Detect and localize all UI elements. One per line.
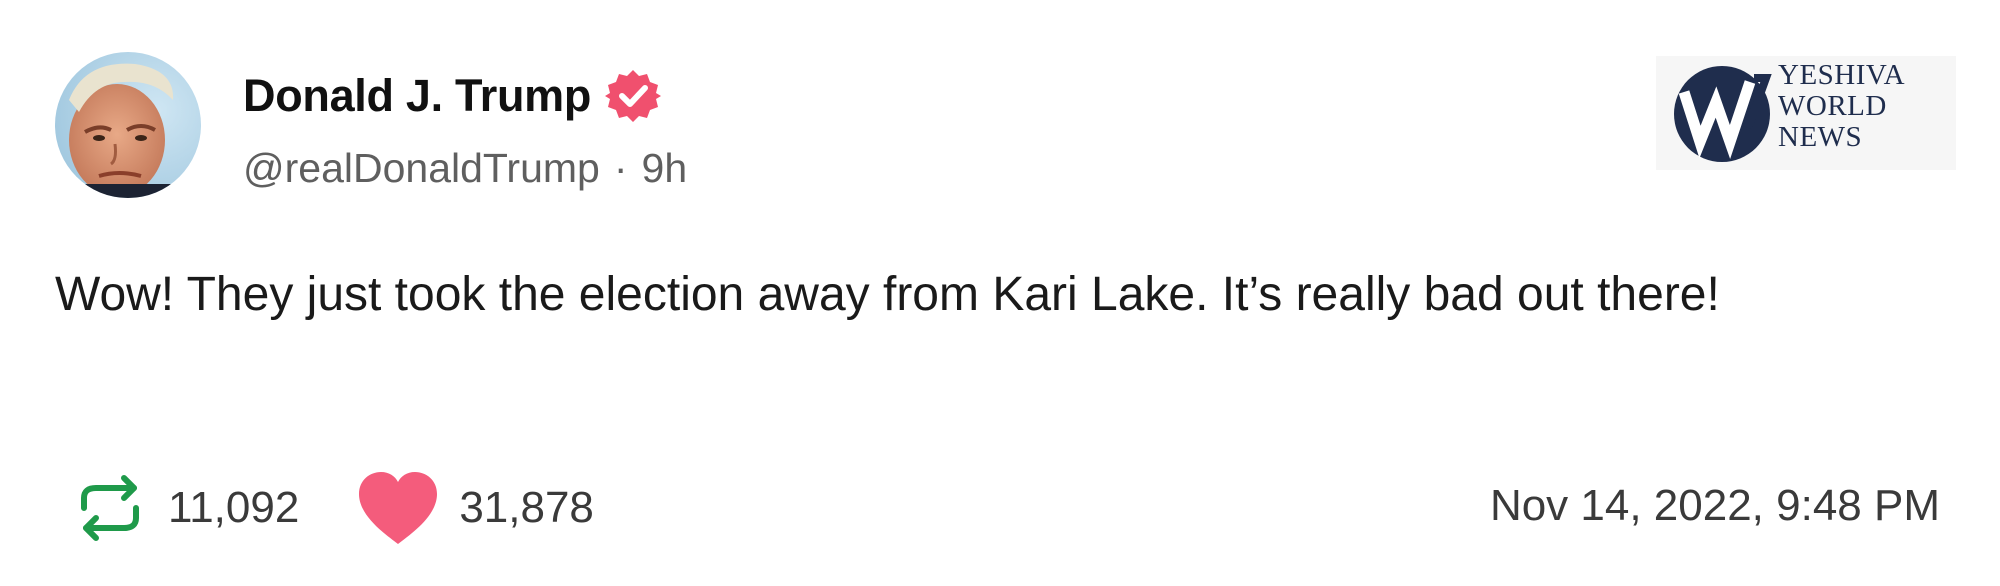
heart-icon xyxy=(359,472,438,544)
author-name-row: Donald J. Trump xyxy=(243,66,662,126)
author-meta-row: @realDonaldTrump · 9h xyxy=(243,142,687,194)
news-watermark: YESHIVA WORLD NEWS xyxy=(1656,56,1956,170)
watermark-text: YESHIVA WORLD NEWS xyxy=(1778,60,1905,153)
post-actions: 11,092 31,878 xyxy=(70,468,594,548)
meta-separator: · xyxy=(613,144,628,191)
watermark-line-2: WORLD xyxy=(1778,90,1887,122)
post-timestamp[interactable]: Nov 14, 2022, 9:48 PM xyxy=(1490,476,1940,536)
relative-time[interactable]: 9h xyxy=(642,145,688,192)
like-count: 31,878 xyxy=(459,483,594,532)
yeshiva-world-news-logo xyxy=(1674,66,1772,162)
post-card: Donald J. Trump @realDonaldTrump · 9h YE… xyxy=(0,0,2000,586)
avatar[interactable] xyxy=(55,52,201,198)
watermark-line-1: YESHIVA xyxy=(1778,59,1906,91)
repost-button[interactable]: 11,092 xyxy=(70,468,299,548)
like-button[interactable]: 31,878 xyxy=(355,468,594,548)
author-display-name[interactable]: Donald J. Trump xyxy=(243,70,591,122)
repost-count: 11,092 xyxy=(168,483,300,532)
watermark-line-3: NEWS xyxy=(1778,121,1863,153)
author-handle[interactable]: @realDonaldTrump xyxy=(243,145,600,192)
post-body-text: Wow! They just took the election away fr… xyxy=(55,268,1720,321)
repost-icon xyxy=(81,475,139,541)
verified-badge-icon xyxy=(605,68,662,124)
